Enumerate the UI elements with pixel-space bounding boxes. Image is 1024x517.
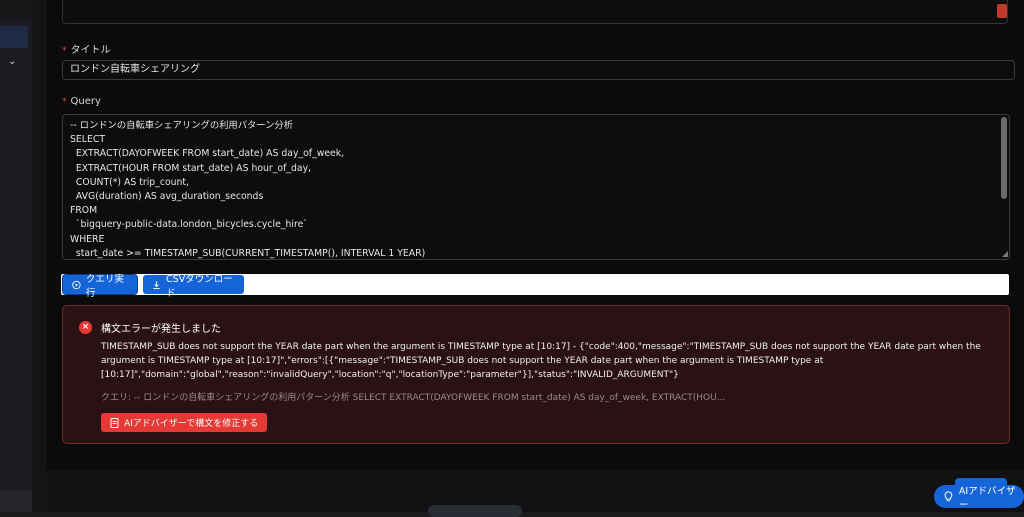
ai-advisor-label: AIアドバイザー [958, 485, 1016, 511]
csv-download-label: CSVダウンロード [166, 273, 233, 299]
main-content: * タイトル ロンドン自転車シェアリング * Query -- ロンドンの自転車シェ… [47, 0, 1024, 512]
ai-advisor-fix-button[interactable]: AIアドバイザーで構文を修正する [101, 413, 268, 432]
query-label: * Query [62, 96, 101, 107]
gutter [32, 0, 47, 512]
previous-field[interactable] [62, 0, 1008, 24]
ai-advisor-button[interactable]: AIアドバイザー [934, 485, 1024, 511]
lightbulb-icon [944, 491, 953, 502]
query-editor-card: * タイトル ロンドン自転車シェアリング * Query -- ロンドンの自転車シェ… [47, 0, 1024, 471]
run-query-label: クエリ実行 [85, 273, 124, 299]
error-title: 構文エラーが発生しました [101, 324, 221, 335]
play-circle-icon [72, 280, 81, 289]
query-label-text: Query [70, 96, 101, 107]
title-input[interactable]: ロンドン自転車シェアリング [62, 60, 1015, 80]
sidebar-item-selected[interactable] [0, 26, 28, 48]
resize-handle-icon[interactable]: ◢ [1002, 249, 1008, 258]
footer [47, 470, 1024, 512]
title-label-text: タイトル [70, 45, 111, 56]
query-textarea[interactable]: -- ロンドンの自転車シェアリングの利用パターン分析 SELECT EXTRAC… [62, 114, 1010, 260]
error-panel: × 構文エラーが発生しました TIMESTAMP_SUB does not su… [62, 305, 1010, 444]
error-query-summary: クエリ: -- ロンドンの自転車シェアリングの利用パターン分析 SELECT E… [101, 393, 726, 403]
sidebar-bottom-item[interactable] [0, 490, 32, 512]
query-text[interactable]: -- ロンドンの自転車シェアリングの利用パターン分析 SELECT EXTRAC… [63, 115, 1009, 259]
ai-advisor-fix-label: AIアドバイザーで構文を修正する [124, 419, 259, 429]
sidebar: ⌄ [0, 20, 32, 512]
csv-download-button[interactable]: CSVダウンロード [143, 274, 244, 299]
bottom-status-pill[interactable] [428, 505, 522, 517]
chevron-down-icon[interactable]: ⌄ [8, 56, 16, 67]
required-mark: * [62, 46, 67, 56]
document-icon [110, 417, 119, 428]
error-icon: × [79, 321, 92, 334]
download-icon [153, 280, 160, 289]
title-label: * タイトル [62, 41, 111, 56]
delete-button[interactable] [997, 4, 1007, 18]
action-bar: クエリ実行 CSVダウンロード [61, 274, 1009, 299]
scrollbar[interactable] [1001, 117, 1007, 199]
error-message: TIMESTAMP_SUB does not support the YEAR … [101, 342, 981, 380]
run-query-button[interactable]: クエリ実行 [63, 274, 137, 299]
required-mark: * [62, 97, 67, 107]
